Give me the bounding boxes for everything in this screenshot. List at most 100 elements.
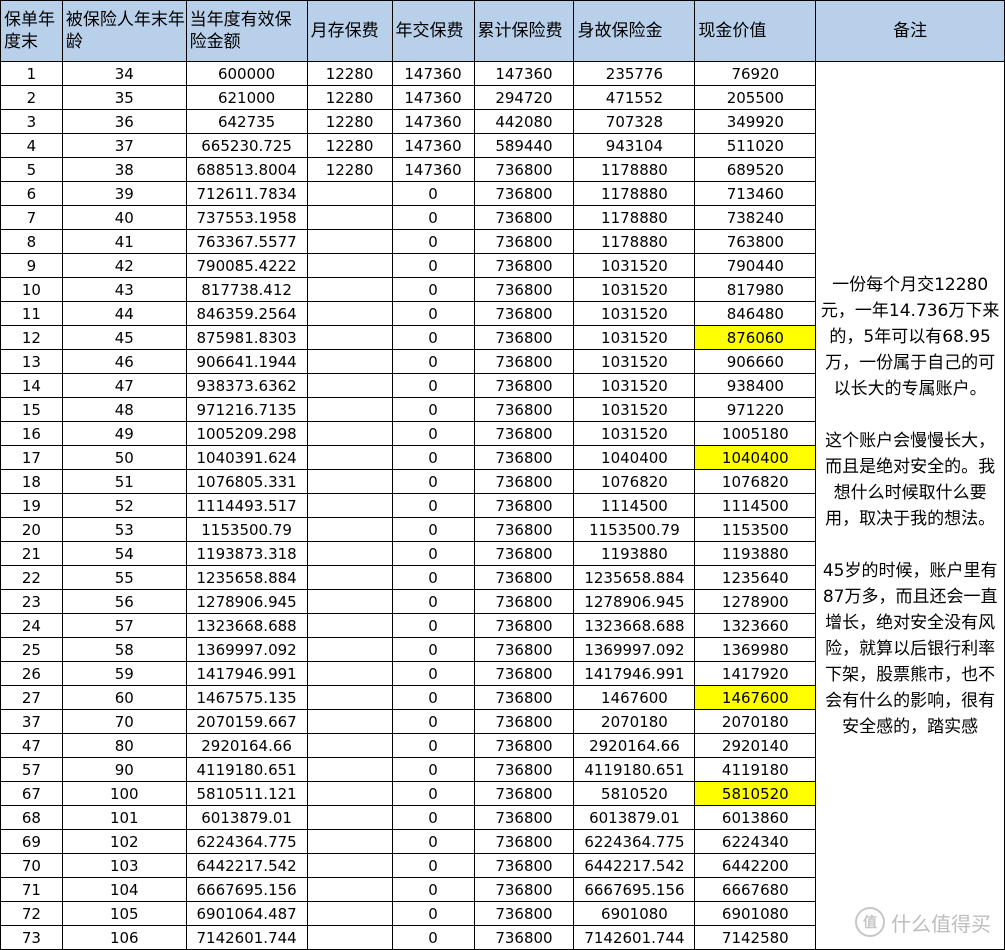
note-paragraph: 45岁的时候，账户里有87万多，而且还会一直增长，绝对安全没有风险，就算以后银行… [822,560,998,737]
cell-sum-assured: 763367.5577 [185,229,308,254]
cell-age: 102 [61,829,187,854]
cell-policy-year: 13 [0,349,63,374]
cell-age: 50 [61,445,187,470]
cell-monthly-premium [306,661,393,686]
cell-cash-value: 2070180 [694,709,817,734]
cell-age: 51 [61,469,187,494]
cell-annual-premium: 0 [391,349,475,374]
cell-annual-premium: 0 [391,229,475,254]
cell-cumulative-premium: 736800 [473,157,575,182]
cell-death-benefit: 1076820 [573,469,696,494]
cell-monthly-premium [306,541,393,566]
cell-cumulative-premium: 736800 [473,397,575,422]
cell-sum-assured: 6013879.01 [185,805,308,830]
cell-cumulative-premium: 736800 [473,757,575,782]
cell-age: 46 [61,349,187,374]
cell-policy-year: 2 [0,85,63,110]
cell-annual-premium: 0 [391,325,475,350]
cell-age: 103 [61,853,187,878]
cell-death-benefit: 1031520 [573,301,696,326]
cell-cash-value: 5810520 [694,781,817,806]
cell-death-benefit: 1031520 [573,253,696,278]
cell-annual-premium: 147360 [391,61,475,86]
cell-sum-assured: 1417946.991 [185,661,308,686]
cell-policy-year: 71 [0,877,63,902]
cell-cumulative-premium: 736800 [473,709,575,734]
cell-cumulative-premium: 736800 [473,445,575,470]
cell-cash-value: 817980 [694,277,817,302]
cell-cumulative-premium: 736800 [473,877,575,902]
cell-cash-value: 763800 [694,229,817,254]
cell-policy-year: 16 [0,421,63,446]
header-notes: 备注 [815,0,1005,62]
cell-age: 45 [61,325,187,350]
cell-cash-value: 876060 [694,325,817,350]
cell-annual-premium: 0 [391,709,475,734]
cell-sum-assured: 737553.1958 [185,205,308,230]
cell-death-benefit: 6224364.775 [573,829,696,854]
cell-annual-premium: 0 [391,877,475,902]
cell-monthly-premium [306,565,393,590]
cell-death-benefit: 6442217.542 [573,853,696,878]
cell-policy-year: 37 [0,709,63,734]
cell-cash-value: 938400 [694,373,817,398]
watermark-text: 什么值得买 [891,911,991,936]
cell-cumulative-premium: 589440 [473,133,575,158]
cell-cumulative-premium: 736800 [473,661,575,686]
cell-policy-year: 17 [0,445,63,470]
cell-monthly-premium [306,685,393,710]
cell-annual-premium: 0 [391,589,475,614]
cell-death-benefit: 5810520 [573,781,696,806]
cell-annual-premium: 0 [391,925,475,950]
cell-sum-assured: 1278906.945 [185,589,308,614]
cell-cumulative-premium: 736800 [473,493,575,518]
cell-death-benefit: 1031520 [573,421,696,446]
cell-policy-year: 10 [0,277,63,302]
header-policy-year: 保单年度末 [0,0,63,62]
cell-policy-year: 20 [0,517,63,542]
cell-age: 41 [61,229,187,254]
cell-cumulative-premium: 736800 [473,229,575,254]
cell-cumulative-premium: 736800 [473,253,575,278]
cell-age: 59 [61,661,187,686]
cell-death-benefit: 6013879.01 [573,805,696,830]
cell-monthly-premium [306,301,393,326]
cell-policy-year: 15 [0,397,63,422]
header-cumulative-premium: 累计保险费 [473,0,575,62]
cell-cash-value: 6901080 [694,901,817,926]
cell-sum-assured: 790085.4222 [185,253,308,278]
table-body: 1 34 600000 12280 147360 147360 235776 76920 一份每… [0,61,1005,950]
cell-policy-year: 5 [0,157,63,182]
cell-death-benefit: 2920164.66 [573,733,696,758]
cell-policy-year: 3 [0,109,63,134]
cell-age: 57 [61,613,187,638]
cell-annual-premium: 0 [391,565,475,590]
cell-policy-year: 21 [0,541,63,566]
cell-sum-assured: 817738.412 [185,277,308,302]
cell-monthly-premium [306,589,393,614]
cell-sum-assured: 6667695.156 [185,877,308,902]
cell-cash-value: 76920 [694,61,817,86]
cell-death-benefit: 1278906.945 [573,589,696,614]
cell-death-benefit: 1040400 [573,445,696,470]
cell-death-benefit: 1193880 [573,541,696,566]
cell-age: 42 [61,253,187,278]
cell-sum-assured: 971216.7135 [185,397,308,422]
cell-monthly-premium [306,517,393,542]
cell-sum-assured: 5810511.121 [185,781,308,806]
cell-annual-premium: 0 [391,757,475,782]
cell-cumulative-premium: 736800 [473,325,575,350]
cell-policy-year: 57 [0,757,63,782]
cell-cumulative-premium: 736800 [473,541,575,566]
cell-policy-year: 67 [0,781,63,806]
cell-sum-assured: 6442217.542 [185,853,308,878]
cell-age: 39 [61,181,187,206]
cell-monthly-premium: 12280 [306,85,393,110]
cell-age: 44 [61,301,187,326]
cell-death-benefit: 1178880 [573,157,696,182]
cell-policy-year: 1 [0,61,63,86]
cell-sum-assured: 938373.6362 [185,373,308,398]
cell-death-benefit: 4119180.651 [573,757,696,782]
cell-monthly-premium [306,397,393,422]
cell-cash-value: 1153500 [694,517,817,542]
